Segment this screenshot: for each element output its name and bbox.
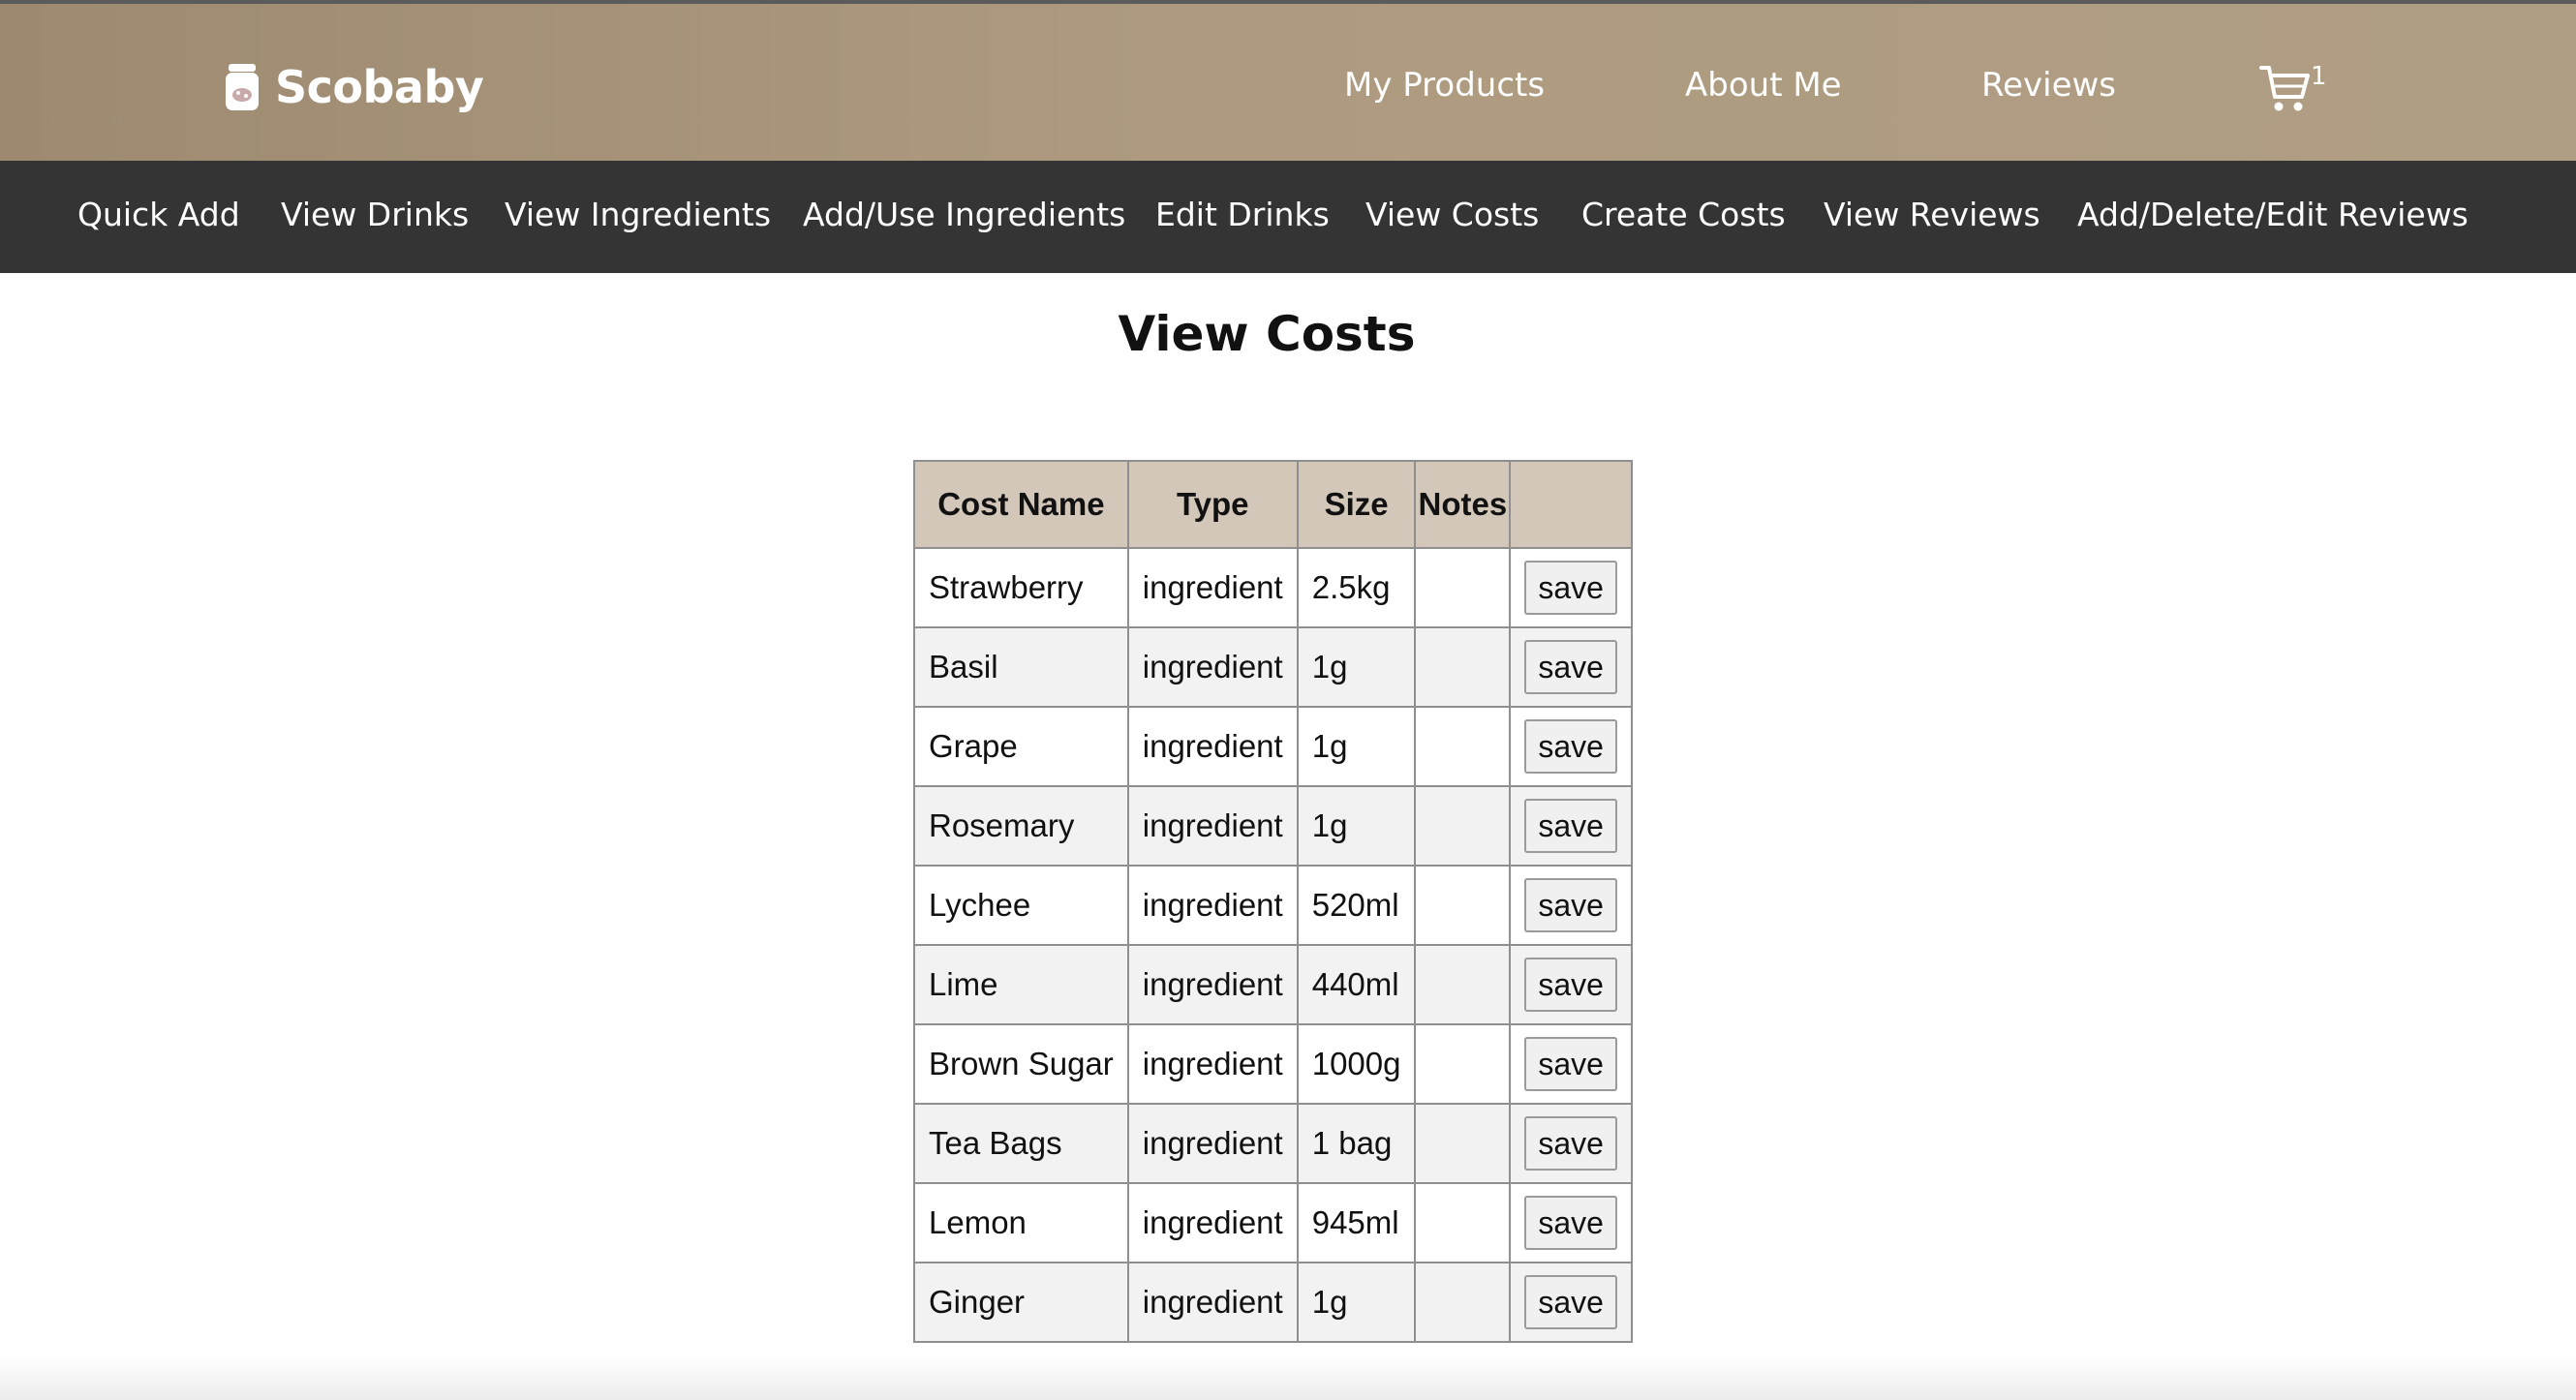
table-header-row: Cost Name Type Size Notes — [913, 460, 1634, 549]
table-row: Lime ingredient 440ml save — [913, 944, 1634, 1025]
table-row: Grape ingredient 1g save — [913, 706, 1634, 787]
cell-action: save — [1509, 1262, 1634, 1343]
cell-notes[interactable] — [1414, 547, 1512, 628]
nav-my-products[interactable]: My Products — [1344, 66, 1545, 105]
save-button[interactable]: save — [1524, 719, 1617, 774]
nav-reviews[interactable]: Reviews — [1981, 66, 2116, 105]
subnav-quick-add[interactable]: Quick Add — [77, 196, 240, 233]
cell-action: save — [1509, 785, 1634, 867]
cell-type: ingredient — [1126, 1182, 1299, 1263]
save-button[interactable]: save — [1524, 799, 1617, 853]
table-row: Brown Sugar ingredient 1000g save — [913, 1023, 1634, 1105]
table-row: Rosemary ingredient 1g save — [913, 785, 1634, 867]
cell-type: ingredient — [1126, 785, 1299, 867]
cell-size: 1g — [1296, 1262, 1417, 1343]
cell-cost-name: Lemon — [913, 1182, 1129, 1263]
cell-cost-name: Grape — [913, 706, 1129, 787]
nav-about-me[interactable]: About Me — [1685, 66, 1842, 105]
table-row: Lemon ingredient 945ml save — [913, 1182, 1634, 1263]
table-row: Basil ingredient 1g save — [913, 626, 1634, 708]
cell-notes[interactable] — [1414, 944, 1512, 1025]
table-row: Tea Bags ingredient 1 bag save — [913, 1103, 1634, 1184]
cell-size: 520ml — [1296, 865, 1417, 946]
subnav-create-costs[interactable]: Create Costs — [1581, 196, 1786, 233]
cart-icon[interactable] — [2259, 62, 2310, 116]
cell-action: save — [1509, 1023, 1634, 1105]
cell-action: save — [1509, 1182, 1634, 1263]
subnav-view-ingredients[interactable]: View Ingredients — [505, 196, 771, 233]
cell-type: ingredient — [1126, 944, 1299, 1025]
save-button[interactable]: save — [1524, 561, 1617, 615]
subnav-add-delete-edit-reviews[interactable]: Add/Delete/Edit Reviews — [2077, 196, 2469, 233]
subnav-view-drinks[interactable]: View Drinks — [281, 196, 469, 233]
subnav-add-use-ingredients[interactable]: Add/Use Ingredients — [803, 196, 1125, 233]
cell-type: ingredient — [1126, 865, 1299, 946]
cell-size: 2.5kg — [1296, 547, 1417, 628]
cell-action: save — [1509, 865, 1634, 946]
cart-count-badge: 1 — [2311, 62, 2327, 91]
save-button[interactable]: save — [1524, 1116, 1617, 1171]
cell-size: 1g — [1296, 706, 1417, 787]
cell-size: 1000g — [1296, 1023, 1417, 1105]
save-button[interactable]: save — [1524, 1196, 1617, 1250]
cell-notes[interactable] — [1414, 1182, 1512, 1263]
table-row: Lychee ingredient 520ml save — [913, 865, 1634, 946]
cell-type: ingredient — [1126, 1023, 1299, 1105]
cell-cost-name: Ginger — [913, 1262, 1129, 1343]
table-row: Ginger ingredient 1g save — [913, 1262, 1634, 1343]
cell-cost-name: Tea Bags — [913, 1103, 1129, 1184]
cell-notes[interactable] — [1414, 626, 1512, 708]
column-header-size: Size — [1296, 460, 1417, 549]
cell-cost-name: Rosemary — [913, 785, 1129, 867]
cell-type: ingredient — [1126, 1103, 1299, 1184]
column-header-cost-name: Cost Name — [913, 460, 1129, 549]
cell-type: ingredient — [1126, 1262, 1299, 1343]
cell-notes[interactable] — [1414, 706, 1512, 787]
table-row: Strawberry ingredient 2.5kg save — [913, 547, 1634, 628]
cell-notes[interactable] — [1414, 1023, 1512, 1105]
cell-action: save — [1509, 944, 1634, 1025]
subnav-view-reviews[interactable]: View Reviews — [1824, 196, 2040, 233]
cell-notes[interactable] — [1414, 1262, 1512, 1343]
cell-size: 1g — [1296, 785, 1417, 867]
save-button[interactable]: save — [1524, 640, 1617, 694]
column-header-type: Type — [1126, 460, 1299, 549]
brand-logo[interactable]: Scobaby — [223, 54, 484, 120]
column-header-actions — [1509, 460, 1634, 549]
cell-action: save — [1509, 706, 1634, 787]
cell-cost-name: Lychee — [913, 865, 1129, 946]
cell-size: 1 bag — [1296, 1103, 1417, 1184]
cell-cost-name: Strawberry — [913, 547, 1129, 628]
brand-name: Scobaby — [275, 61, 484, 113]
cell-type: ingredient — [1126, 706, 1299, 787]
cell-size: 1g — [1296, 626, 1417, 708]
cell-notes[interactable] — [1414, 1103, 1512, 1184]
subnav-view-costs[interactable]: View Costs — [1365, 196, 1539, 233]
scroll-fade — [0, 1355, 2576, 1400]
cell-cost-name: Lime — [913, 944, 1129, 1025]
cell-size: 945ml — [1296, 1182, 1417, 1263]
cell-action: save — [1509, 547, 1634, 628]
costs-table: Cost Name Type Size Notes Strawberry ing… — [913, 460, 1634, 1343]
subnav-edit-drinks[interactable]: Edit Drinks — [1155, 196, 1330, 233]
cell-type: ingredient — [1126, 547, 1299, 628]
cell-size: 440ml — [1296, 944, 1417, 1025]
page-title: View Costs — [1118, 306, 1416, 362]
save-button[interactable]: save — [1524, 878, 1617, 932]
cell-notes[interactable] — [1414, 785, 1512, 867]
cell-notes[interactable] — [1414, 865, 1512, 946]
cell-action: save — [1509, 626, 1634, 708]
save-button[interactable]: save — [1524, 1275, 1617, 1329]
cell-cost-name: Basil — [913, 626, 1129, 708]
jar-icon — [226, 64, 259, 110]
site-header: Scobaby My Products About Me Reviews 1 — [0, 0, 2576, 161]
save-button[interactable]: save — [1524, 958, 1617, 1012]
admin-subnav: Quick Add View Drinks View Ingredients A… — [0, 161, 2576, 273]
save-button[interactable]: save — [1524, 1037, 1617, 1091]
cell-type: ingredient — [1126, 626, 1299, 708]
cell-action: save — [1509, 1103, 1634, 1184]
cell-cost-name: Brown Sugar — [913, 1023, 1129, 1105]
column-header-notes: Notes — [1414, 460, 1512, 549]
